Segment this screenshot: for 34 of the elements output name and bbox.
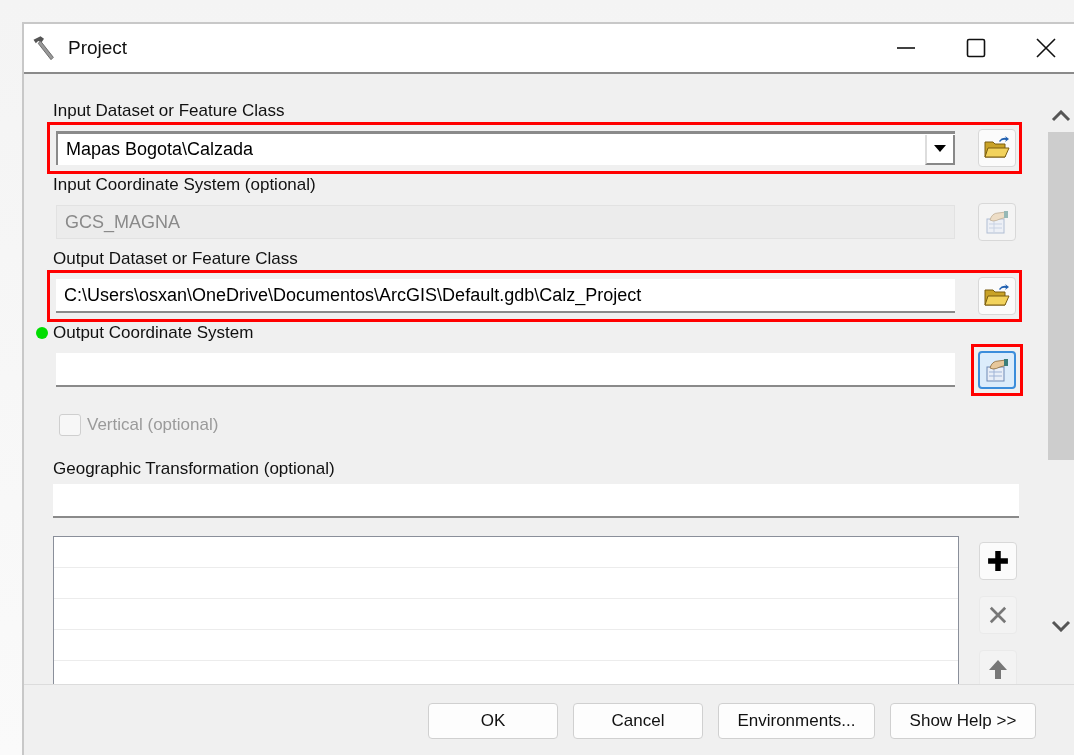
scroll-thumb[interactable]	[1048, 132, 1074, 460]
properties-icon	[984, 357, 1010, 383]
scroll-up-icon[interactable]	[1051, 110, 1071, 122]
folder-icon	[984, 136, 1010, 160]
parameter-label: Geographic Transformation (optional)	[53, 459, 335, 479]
parameter-label: Output Dataset or Feature Class	[53, 249, 298, 269]
dropdown-arrow-icon[interactable]	[925, 134, 955, 165]
dialog-button[interactable]: Cancel	[573, 703, 703, 739]
dataset-dropdown[interactable]: Mapas Bogota\Calzada	[56, 131, 955, 165]
close-icon[interactable]	[1036, 38, 1056, 58]
remove-button[interactable]	[979, 596, 1017, 634]
properties-icon	[984, 209, 1010, 235]
scroll-down-icon[interactable]	[1051, 620, 1071, 632]
input-field[interactable]	[56, 353, 955, 387]
properties-button[interactable]	[978, 351, 1016, 389]
maximize-icon[interactable]	[966, 38, 986, 58]
close-icon	[989, 606, 1007, 624]
add-button[interactable]	[979, 542, 1017, 580]
parameter-label: Input Dataset or Feature Class	[53, 101, 285, 121]
dialog-button[interactable]: Show Help >>	[890, 703, 1036, 739]
up-arrow-icon	[988, 659, 1008, 679]
browse-button[interactable]	[978, 277, 1016, 315]
dialog-button[interactable]: OK	[428, 703, 558, 739]
plus-icon	[987, 550, 1009, 572]
parameter-label: Input Coordinate System (optional)	[53, 175, 316, 195]
move-up-button[interactable]	[979, 650, 1017, 684]
checkbox-label: Vertical (optional)	[87, 415, 219, 435]
input-field[interactable]	[53, 484, 1019, 518]
parameter-label: Output Coordinate System	[53, 323, 254, 343]
browse-button[interactable]	[978, 129, 1016, 167]
input-field[interactable]: C:\Users\osxan\OneDrive\Documentos\ArcGIS\Default.gdb\Calz_Project	[56, 279, 955, 313]
dialog-button[interactable]: Environments...	[718, 703, 875, 739]
folder-icon	[984, 284, 1010, 308]
window-title: Project	[68, 37, 128, 59]
